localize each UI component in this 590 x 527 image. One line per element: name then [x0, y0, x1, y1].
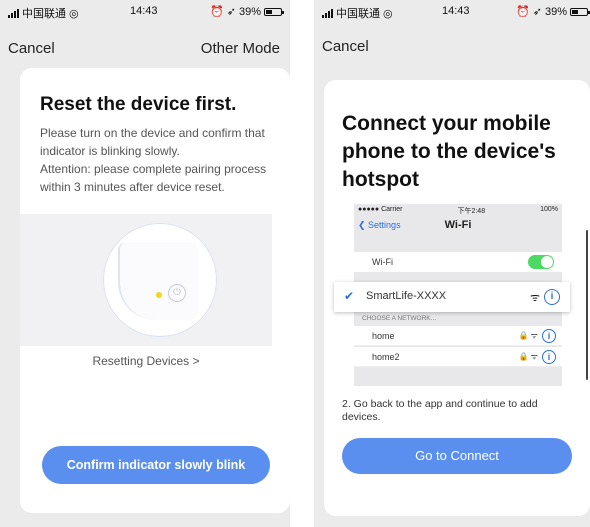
alarm-icon: ⏰ [210, 6, 224, 18]
signal-icon [8, 8, 19, 18]
shot-wifi-label: Wi-Fi [372, 257, 393, 267]
hotspot-screen: 中国联通 ◎ 14:43 ⏰ ➶ 39% Cancel Connect your… [314, 0, 590, 527]
info-icon: i [542, 350, 556, 364]
shot-time: 下午2:48 [457, 208, 486, 215]
shot-carrier: ●●●●● Carrier [358, 206, 403, 213]
lock-wifi-icon: 🔒 ᯤ [518, 352, 539, 361]
selected-network-name: SmartLife-XXXX [366, 290, 447, 302]
battery-percent: 39% [544, 5, 567, 18]
network-row: home2 🔒 ᯤ i [354, 347, 562, 367]
info-icon: i [544, 289, 560, 305]
selected-network-row: ✔ SmartLife-XXXX ᯤ i [334, 282, 570, 312]
carrier-name: 中国联通 [22, 8, 66, 20]
nav-bar: Cancel [314, 22, 590, 55]
alarm-icon: ⏰ [516, 6, 530, 18]
lock-wifi-icon: 🔒 ᯤ [518, 331, 539, 340]
wifi-status-icon: ◎ [383, 7, 393, 20]
cancel-button[interactable]: Cancel [8, 40, 55, 57]
shot-wifi-toggle-row: Wi-Fi [354, 252, 562, 272]
network-name: home2 [372, 352, 400, 362]
location-icon: ➶ [226, 6, 236, 18]
battery-percent: 39% [238, 5, 261, 18]
status-time: 14:43 [130, 5, 158, 17]
instruction-text: Please turn on the device and confirm th… [40, 126, 265, 158]
checkmark-icon: ✔ [344, 289, 355, 303]
status-right: ⏰ ➶ 39% [516, 5, 590, 18]
reset-card: Reset the device first. Please turn on t… [20, 68, 290, 513]
reset-screen: 中国联通 ◎ 14:43 ⏰ ➶ 39% Cancel Other Mode R… [0, 0, 290, 527]
page-title: Reset the device first. [40, 94, 237, 115]
attention-text: Attention: please complete pairing proce… [40, 162, 267, 194]
scrollbar[interactable] [586, 230, 588, 380]
shot-title: Wi-Fi [444, 219, 472, 231]
shot-nav: ❮ Settings Wi-Fi [354, 216, 562, 234]
info-icon: i [542, 329, 556, 343]
nav-bar: Cancel Other Mode [0, 22, 290, 57]
network-name: home [372, 331, 395, 341]
shot-status-bar: ●●●●● Carrier 下午2:48 100% [358, 206, 558, 216]
status-left: 中国联通 ◎ [322, 5, 393, 21]
instructions: Please turn on the device and confirm th… [40, 124, 280, 196]
other-mode-button[interactable]: Other Mode [201, 40, 280, 57]
status-bar: 中国联通 ◎ 14:43 ⏰ ➶ 39% [314, 0, 590, 22]
status-time: 14:43 [442, 5, 470, 17]
indicator-led-icon [156, 292, 162, 298]
device-circle: ⏻ [104, 224, 216, 336]
power-icon: ⏻ [168, 284, 186, 302]
step-instruction: 2. Go back to the app and continue to ad… [342, 398, 538, 423]
wifi-status-icon: ◎ [69, 7, 79, 20]
status-bar: 中国联通 ◎ 14:43 ⏰ ➶ 39% [0, 0, 290, 22]
wifi-icon: ᯤ [529, 292, 540, 304]
cancel-button[interactable]: Cancel [322, 38, 369, 55]
battery-icon [264, 7, 284, 16]
go-to-connect-button[interactable]: Go to Connect [342, 438, 572, 474]
confirm-indicator-button[interactable]: Confirm indicator slowly blink [42, 446, 270, 484]
device-body: ⏻ [118, 242, 198, 320]
status-left: 中国联通 ◎ [8, 5, 79, 21]
carrier-name: 中国联通 [336, 8, 380, 20]
network-row: home 🔒 ᯤ i [354, 326, 562, 346]
signal-icon [322, 8, 333, 18]
location-icon: ➶ [532, 6, 542, 18]
hotspot-card: Connect your mobile phone to the device'… [324, 80, 590, 516]
device-illustration: ⏻ [20, 214, 272, 346]
resetting-devices-link[interactable]: Resetting Devices > [20, 354, 272, 368]
choose-network-header: CHOOSE A NETWORK... [362, 315, 437, 322]
status-right: ⏰ ➶ 39% [210, 5, 284, 18]
shot-battery: 100% [540, 206, 558, 213]
page-title: Connect your mobile phone to the device'… [342, 112, 556, 191]
wifi-toggle [528, 255, 554, 269]
battery-icon [570, 7, 590, 16]
